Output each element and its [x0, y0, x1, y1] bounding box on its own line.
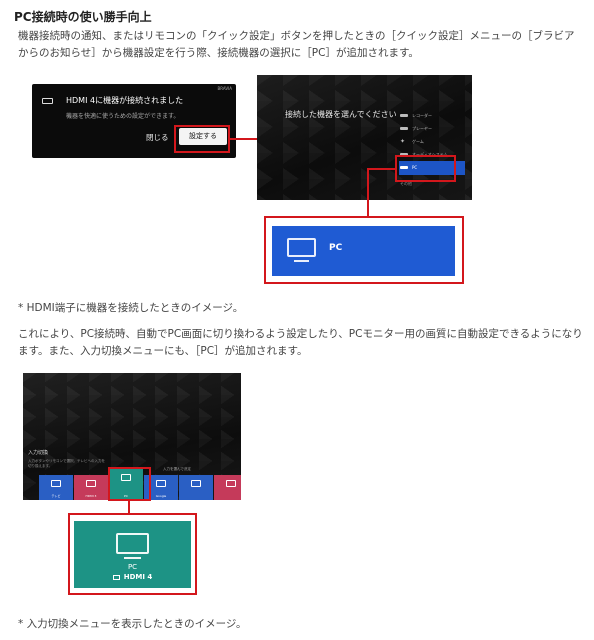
- tv-icon: [51, 480, 61, 487]
- input-tile-hdmi3[interactable]: HDMI 3: [74, 475, 108, 500]
- pc-input-enlarged: PC HDMI 4: [74, 521, 191, 588]
- device-select-prompt: 接続した機器を選んでください: [285, 110, 397, 119]
- input-tile-6[interactable]: [214, 475, 241, 500]
- pc-option-enlarged: PC: [272, 226, 455, 276]
- connector-line: [230, 138, 257, 140]
- caption-1: * HDMI端子に機器を接続したときのイメージ。: [18, 302, 244, 314]
- cast-icon: [156, 480, 166, 487]
- input-select-hint: 入力ボタンやリモコンで選択。テレビへの入力を切り換えます。: [28, 459, 105, 468]
- pc-item-highlight: [395, 155, 456, 182]
- hdmi-icon: [42, 98, 53, 104]
- monitor-icon: [287, 238, 316, 262]
- connector-line: [367, 168, 369, 216]
- intro-paragraph: 機器接続時の通知、またはリモコンの「クイック設定」ボタンを押したときの［クイック…: [18, 30, 575, 59]
- monitor-icon: [116, 533, 149, 559]
- pc-label: PC: [329, 243, 343, 253]
- section-heading: PC接続時の使い勝手向上: [14, 10, 152, 24]
- second-paragraph: これにより、PC接続時、自動でPC画面に切り換わるよう設定したり、PCモニター用…: [18, 328, 583, 357]
- pc-tile-highlight: [108, 467, 151, 501]
- device-item-recorder[interactable]: レコーダー: [399, 109, 465, 122]
- input-select-hint-right: 入力を選んで決定: [163, 467, 191, 471]
- device-item-game[interactable]: ゲーム: [399, 135, 465, 148]
- input-tile-tv[interactable]: テレビ: [39, 475, 73, 500]
- input-tile-5[interactable]: [179, 475, 213, 500]
- notification-message: 機器を快適に使うための設定ができます。: [66, 113, 180, 120]
- brand-tag: BRAVIA: [217, 86, 233, 91]
- connector-line: [128, 501, 130, 513]
- input-icon: [226, 480, 236, 487]
- caption-2: * 入力切換メニューを表示したときのイメージ。: [18, 618, 247, 630]
- pc-input-row: HDMI 4: [74, 573, 191, 581]
- device-item-player[interactable]: プレーヤー: [399, 122, 465, 135]
- hdmi-icon: [86, 480, 96, 487]
- tile-label: HDMI 3: [85, 494, 97, 498]
- settings-highlight: [174, 125, 230, 153]
- close-button[interactable]: 閉じる: [146, 132, 169, 143]
- pc-input-name: HDMI 4: [123, 573, 153, 581]
- notification-title: HDMI 4に機器が接続されました: [66, 96, 184, 105]
- input-select-title: 入力切換: [28, 450, 49, 456]
- connector-line: [367, 168, 395, 170]
- input-icon: [112, 575, 120, 580]
- input-icon: [191, 480, 201, 487]
- tile-label: テレビ: [51, 494, 61, 498]
- pc-label: PC: [127, 563, 138, 571]
